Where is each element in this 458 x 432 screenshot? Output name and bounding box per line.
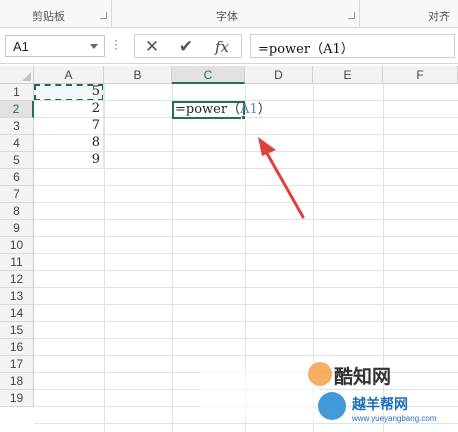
column-header-b[interactable]: B bbox=[104, 66, 172, 84]
formula-buttons: ✕ ✔ fx bbox=[134, 34, 242, 58]
row-header-4[interactable]: 4 bbox=[0, 135, 34, 152]
formula-prefix: =power（ bbox=[175, 102, 241, 117]
globe-icon bbox=[318, 392, 346, 420]
ribbon-group-clipboard: 剪贴板 bbox=[0, 0, 112, 28]
row-header-10[interactable]: 10 bbox=[0, 237, 34, 254]
select-all-button[interactable] bbox=[0, 66, 34, 84]
row-header-17[interactable]: 17 bbox=[0, 356, 34, 373]
ribbon-group-label: 对齐 bbox=[428, 10, 450, 23]
row-header-19[interactable]: 19 bbox=[0, 390, 34, 407]
cell-a4[interactable]: 8 bbox=[34, 135, 104, 152]
ribbon-group-label: 剪贴板 bbox=[32, 10, 65, 23]
cell-a1[interactable]: 5 bbox=[34, 84, 104, 101]
dialog-launcher-icon[interactable] bbox=[348, 12, 355, 19]
column-header-e[interactable]: E bbox=[313, 66, 383, 84]
watermark-brand: 越羊帮网 bbox=[352, 397, 408, 413]
chevron-down-icon[interactable] bbox=[90, 44, 98, 49]
formula-suffix: ） bbox=[257, 102, 271, 117]
column-header-f[interactable]: F bbox=[383, 66, 458, 84]
row-header-11[interactable]: 11 bbox=[0, 254, 34, 271]
row-header-3[interactable]: 3 bbox=[0, 118, 34, 135]
cell-a5[interactable]: 9 bbox=[34, 152, 104, 169]
fill-handle[interactable] bbox=[241, 115, 246, 120]
check-icon[interactable]: ✔ bbox=[175, 37, 197, 57]
name-box[interactable]: A1 bbox=[5, 35, 105, 57]
dialog-launcher-icon[interactable] bbox=[100, 12, 107, 19]
row-header-16[interactable]: 16 bbox=[0, 339, 34, 356]
watermark-url: www.yueyangbang.com bbox=[352, 414, 437, 423]
cell-a2[interactable]: 2 bbox=[34, 101, 104, 118]
formula-bar: A1 · · · ✕ ✔ fx =power（A1） bbox=[0, 28, 458, 64]
row-header-13[interactable]: 13 bbox=[0, 288, 34, 305]
logo-icon bbox=[308, 362, 332, 386]
row-header-12[interactable]: 12 bbox=[0, 271, 34, 288]
more-dots-icon[interactable]: · · · bbox=[114, 35, 118, 55]
active-cell-c2[interactable]: =power（A1） bbox=[172, 101, 271, 119]
row-header-15[interactable]: 15 bbox=[0, 322, 34, 339]
row-header-1[interactable]: 1 bbox=[0, 84, 34, 101]
row-header-6[interactable]: 6 bbox=[0, 169, 34, 186]
row-header-7[interactable]: 7 bbox=[0, 186, 34, 203]
watermark-overlay bbox=[200, 370, 320, 420]
row-header-14[interactable]: 14 bbox=[0, 305, 34, 322]
row-header-9[interactable]: 9 bbox=[0, 220, 34, 237]
ribbon-group-label: 字体 bbox=[216, 10, 238, 23]
row-header-8[interactable]: 8 bbox=[0, 203, 34, 220]
column-header-a[interactable]: A bbox=[34, 66, 104, 84]
cell-a3[interactable]: 7 bbox=[34, 118, 104, 135]
row-header-5[interactable]: 5 bbox=[0, 152, 34, 169]
formula-input[interactable]: =power（A1） bbox=[250, 34, 455, 58]
ribbon: 剪贴板 字体 对齐 bbox=[0, 0, 458, 28]
insert-function-button[interactable]: fx bbox=[211, 37, 233, 57]
column-header-c[interactable]: C bbox=[172, 66, 245, 84]
select-all-icon bbox=[22, 72, 31, 81]
ribbon-group-font: 字体 bbox=[112, 0, 360, 28]
column-header-d[interactable]: D bbox=[245, 66, 313, 84]
row-header-18[interactable]: 18 bbox=[0, 373, 34, 390]
row-header-2[interactable]: 2 bbox=[0, 101, 34, 118]
watermark-title: 酷知网 bbox=[334, 366, 392, 388]
ribbon-group-alignment: 对齐 bbox=[360, 0, 458, 28]
close-icon[interactable]: ✕ bbox=[141, 37, 163, 57]
name-box-value: A1 bbox=[13, 39, 29, 54]
